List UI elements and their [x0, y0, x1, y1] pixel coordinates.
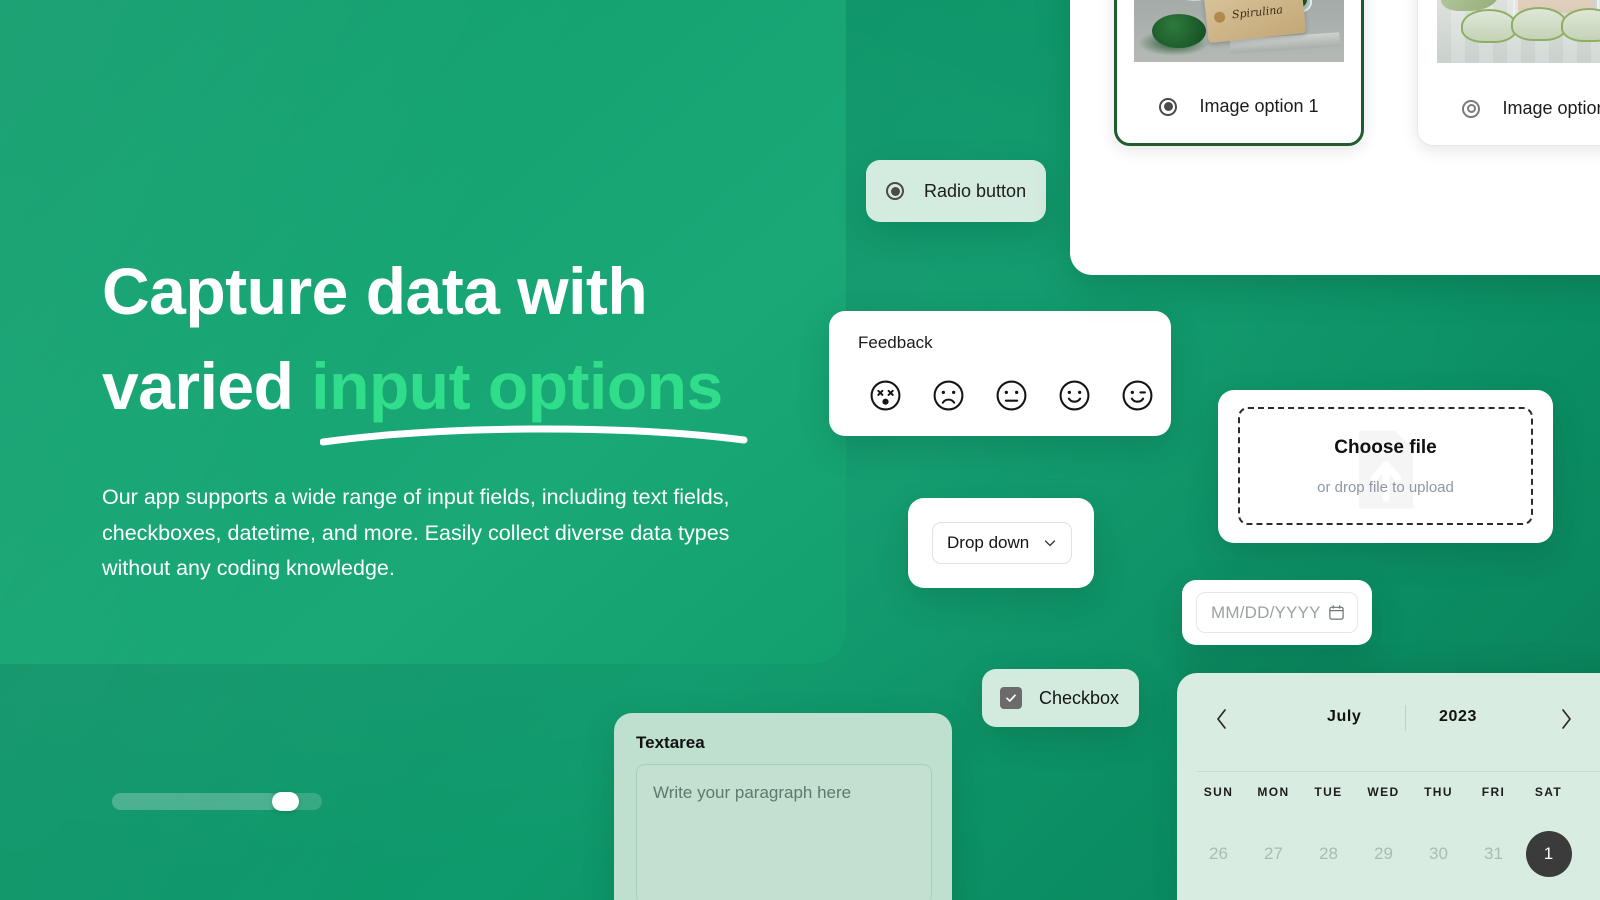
file-upload-card: Choose file or drop file to upload: [1218, 390, 1553, 543]
calendar-day-name: SUN: [1203, 785, 1234, 799]
image-option-card-2[interactable]: Image option 2: [1417, 0, 1600, 146]
feedback-card: Feedback: [829, 311, 1171, 436]
calendar-next-month-button[interactable]: [1553, 706, 1579, 732]
feedback-face-group[interactable]: [869, 379, 1154, 412]
textarea-input[interactable]: Write your paragraph here: [636, 764, 932, 900]
title-underline-icon: [320, 425, 748, 446]
calendar-widget: July 2023 SUN MON TUE WED THU FRI SAT 26…: [1177, 673, 1600, 900]
date-input-card: MM/DD/YYYY: [1182, 580, 1372, 645]
calendar-day-cell-selected[interactable]: 1: [1525, 831, 1572, 877]
radio-selected-icon[interactable]: [886, 182, 904, 200]
page-root: Capture data with varied input options O…: [0, 0, 1600, 900]
drop-file-hint: or drop file to upload: [1317, 478, 1454, 496]
slider-thumb[interactable]: [272, 792, 299, 811]
neutral-face-icon[interactable]: [995, 379, 1028, 412]
file-dropzone[interactable]: Choose file or drop file to upload: [1238, 407, 1533, 525]
calendar-prev-month-button[interactable]: [1209, 706, 1235, 732]
dropdown-selected-value: Drop down: [947, 533, 1030, 552]
calendar-month-label[interactable]: July: [1327, 708, 1361, 726]
calendar-day-cell[interactable]: 26: [1191, 831, 1246, 877]
calendar-day-names: SUN MON TUE WED THU FRI SAT: [1191, 785, 1600, 799]
smiling-face-icon[interactable]: [1058, 379, 1091, 412]
hero-content: Capture data with varied input options O…: [102, 244, 802, 587]
calendar-day-cell[interactable]: 30: [1411, 831, 1466, 877]
calendar-rule: [1197, 771, 1600, 772]
calendar-year-label[interactable]: 2023: [1439, 708, 1477, 726]
calendar-day-cell[interactable]: 29: [1356, 831, 1411, 877]
image-option-card-1[interactable]: Spirulina Image option 1: [1114, 0, 1364, 146]
dropdown-card: Drop down: [908, 498, 1094, 588]
calendar-day-cell[interactable]: 31: [1466, 831, 1521, 877]
hero-description: Our app supports a wide range of input f…: [102, 485, 730, 580]
hero-title-accent: input options: [311, 349, 723, 423]
date-input[interactable]: MM/DD/YYYY: [1196, 592, 1358, 633]
calendar-divider: [1405, 705, 1406, 731]
feedback-title: Feedback: [858, 333, 933, 352]
image-caption-1: Spirulina: [1231, 3, 1284, 22]
date-input-placeholder: MM/DD/YYYY: [1211, 602, 1321, 622]
range-slider[interactable]: [112, 792, 322, 811]
slider-fill: [112, 793, 276, 810]
image-options-panel: Spirulina Image option 1 Image optio: [1070, 0, 1600, 275]
calendar-day-name: WED: [1367, 785, 1400, 799]
calendar-day-cell[interactable]: 27: [1246, 831, 1301, 877]
radio-unselected-icon[interactable]: [1462, 99, 1481, 118]
calendar-day-name: SAT: [1534, 785, 1563, 799]
image-option-row-1[interactable]: Image option 1: [1117, 96, 1361, 117]
calendar-day-name: MON: [1257, 785, 1290, 799]
hero-title-line-2-plain: varied: [102, 349, 312, 423]
radio-button-label: Radio button: [924, 180, 1027, 201]
image-option-thumbnail-1: Spirulina: [1134, 0, 1344, 62]
textarea-card: Textarea Write your paragraph here: [614, 713, 952, 900]
radio-button-option[interactable]: Radio button: [866, 160, 1046, 222]
chevron-down-icon: [1044, 540, 1056, 547]
image-option-row-2[interactable]: Image option 2: [1418, 98, 1600, 119]
textarea-placeholder: Write your paragraph here: [653, 783, 852, 802]
chevron-left-icon: [1217, 709, 1226, 729]
calendar-day-name: FRI: [1481, 785, 1506, 799]
choose-file-label[interactable]: Choose file: [1334, 437, 1436, 459]
calendar-day-name: TUE: [1314, 785, 1343, 799]
radio-selected-icon[interactable]: [1159, 97, 1178, 116]
calendar-header: July 2023: [1177, 703, 1600, 737]
image-option-label-1: Image option 1: [1199, 96, 1319, 116]
dropdown-select[interactable]: Drop down: [932, 522, 1072, 564]
checkbox-checked-icon[interactable]: [1000, 687, 1022, 709]
image-option-label-2: Image option 2: [1502, 98, 1600, 118]
calendar-day-cell[interactable]: 28: [1301, 831, 1356, 877]
hero-title-line-1: Capture data with: [102, 254, 648, 328]
textarea-title: Textarea: [636, 733, 705, 752]
calendar-icon[interactable]: [1328, 604, 1345, 621]
calendar-day-grid: 26 27 28 29 30 31 1: [1191, 831, 1600, 877]
winking-face-icon[interactable]: [1121, 379, 1154, 412]
frowning-face-icon[interactable]: [932, 379, 965, 412]
checkbox-option[interactable]: Checkbox: [982, 669, 1139, 727]
check-icon: [1006, 694, 1016, 702]
calendar-day-name: THU: [1424, 785, 1453, 799]
page-title: Capture data with varied input options: [102, 244, 802, 434]
checkbox-label: Checkbox: [1039, 687, 1120, 708]
image-option-thumbnail-2: [1437, 0, 1600, 63]
dizzy-face-icon[interactable]: [869, 379, 902, 412]
chevron-right-icon: [1562, 709, 1571, 729]
